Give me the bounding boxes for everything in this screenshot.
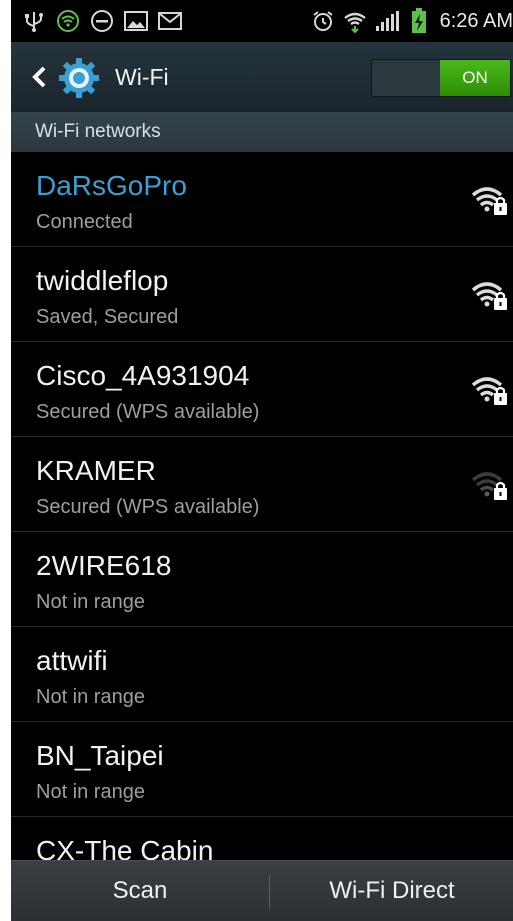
network-name: CX-The Cabin [36, 835, 214, 860]
network-status: Saved, Secured [36, 306, 179, 328]
wifi-secured-icon [469, 183, 509, 217]
gmail-icon [157, 8, 183, 34]
image-icon [123, 8, 149, 34]
network-status: Not in range [36, 686, 145, 708]
network-name: attwifi [36, 645, 108, 676]
wifi-secured-weak-icon [469, 468, 509, 502]
settings-gear-icon[interactable] [57, 56, 101, 100]
network-status: Not in range [36, 591, 145, 613]
network-row[interactable]: KRAMER Secured (WPS available) [11, 437, 513, 532]
scan-button[interactable]: Scan [11, 861, 269, 921]
network-status: Connected [36, 211, 133, 233]
network-row[interactable]: BN_Taipei Not in range [11, 722, 513, 817]
do-not-disturb-icon [89, 8, 115, 34]
network-status: Not in range [36, 781, 145, 803]
page-title: Wi-Fi [115, 64, 169, 90]
network-row[interactable]: Cisco_4A931904 Secured (WPS available) [11, 342, 513, 437]
network-name: DaRsGoPro [36, 170, 187, 201]
network-row[interactable]: twiddleflop Saved, Secured [11, 247, 513, 342]
wifi-notification-icon [55, 8, 81, 34]
phone-screen: 6:26 AM Wi-Fi ON Wi-Fi networks DaRsGoPr… [11, 0, 513, 921]
notification-icons [21, 8, 183, 34]
bottom-bar: Scan Wi-Fi Direct [11, 860, 513, 921]
battery-charging-icon [406, 8, 432, 34]
network-status: Secured (WPS available) [36, 401, 260, 423]
network-row[interactable]: DaRsGoPro Connected [11, 152, 513, 247]
wifi-direct-button[interactable]: Wi-Fi Direct [271, 861, 513, 921]
back-arrow-icon[interactable] [25, 62, 55, 92]
section-header: Wi-Fi networks [11, 112, 513, 152]
network-row[interactable]: 2WIRE618 Not in range [11, 532, 513, 627]
wifi-secured-icon [469, 373, 509, 407]
network-status: Secured (WPS available) [36, 496, 260, 518]
wifi-toggle[interactable]: ON [371, 59, 511, 97]
network-row[interactable]: attwifi Not in range [11, 627, 513, 722]
network-name: Cisco_4A931904 [36, 360, 250, 391]
section-title: Wi-Fi networks [35, 121, 161, 142]
network-row[interactable]: CX-The Cabin [11, 817, 513, 860]
network-name: BN_Taipei [36, 740, 164, 771]
usb-icon [21, 8, 47, 34]
network-name: KRAMER [36, 455, 156, 486]
toggle-on-label: ON [440, 60, 510, 96]
wifi-signal-icon [342, 8, 368, 34]
status-bar: 6:26 AM [11, 0, 513, 42]
system-icons: 6:26 AM [310, 8, 513, 34]
network-name: twiddleflop [36, 265, 169, 296]
wifi-secured-icon [469, 278, 509, 312]
cell-signal-icon [374, 8, 400, 34]
alarm-icon [310, 8, 336, 34]
clock: 6:26 AM [439, 9, 513, 32]
network-list: DaRsGoPro Connected twiddleflop Saved, S… [11, 152, 513, 860]
button-divider [269, 875, 270, 909]
network-name: 2WIRE618 [36, 550, 172, 581]
action-bar: Wi-Fi ON [11, 42, 513, 112]
